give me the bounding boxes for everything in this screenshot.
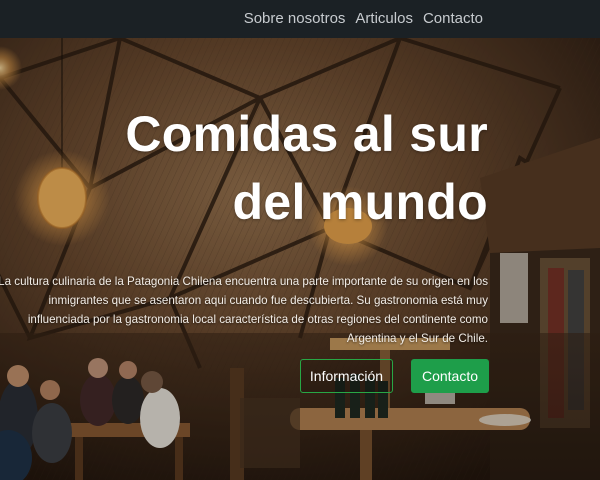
hero-description: La cultura culinaria de la Patagonia Chi…	[0, 275, 488, 345]
hero-title-line-2: del mundo	[232, 174, 488, 230]
hero-title-line-1: Comidas al sur	[125, 106, 488, 162]
top-navbar: Sobre nosotros Articulos Contacto	[0, 0, 600, 38]
nav-link-articulos[interactable]: Articulos	[355, 10, 413, 27]
nav-link-sobre-nosotros[interactable]: Sobre nosotros	[244, 10, 346, 27]
hero-section: Comidas al sur del mundo La cultura culi…	[0, 38, 600, 480]
nav-links: Sobre nosotros Articulos Contacto	[244, 0, 483, 36]
hero-title: Comidas al sur del mundo	[68, 100, 488, 236]
nav-link-contacto[interactable]: Contacto	[423, 10, 483, 27]
info-button[interactable]: Información	[300, 359, 393, 393]
contact-button[interactable]: Contacto	[411, 359, 489, 393]
